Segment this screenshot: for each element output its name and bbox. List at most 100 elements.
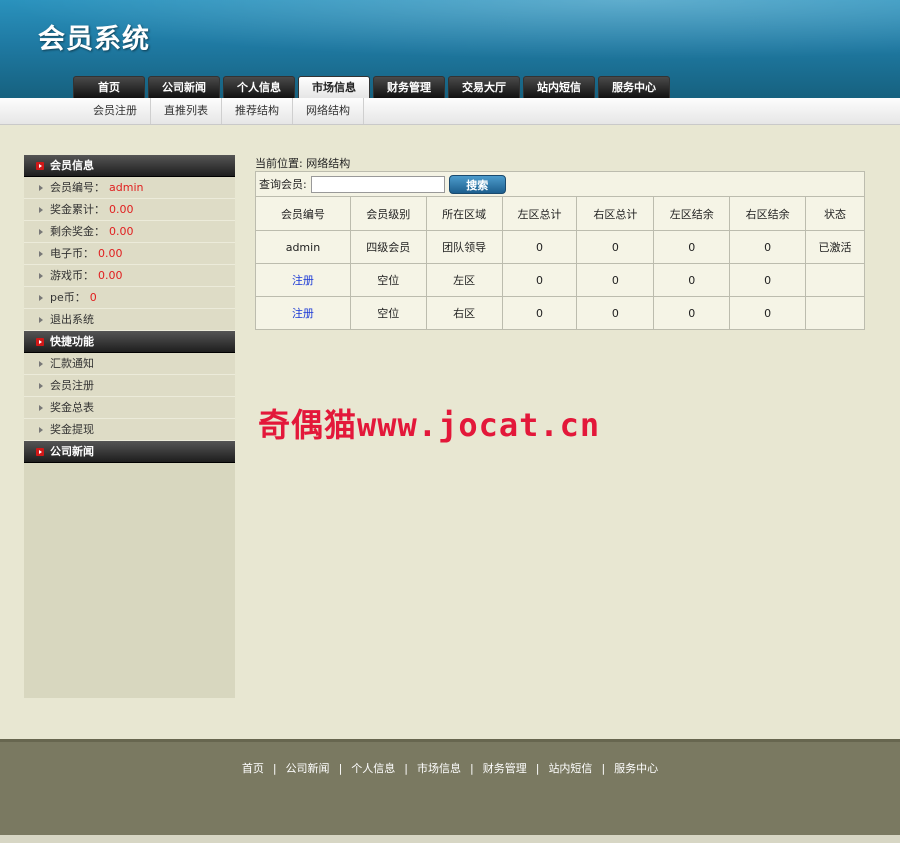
main-nav: 首页 公司新闻 个人信息 市场信息 财务管理 交易大厅 站内短信 服务中心 xyxy=(73,76,673,100)
bullet-icon xyxy=(39,207,43,213)
cell-right-balance: 0 xyxy=(729,296,807,330)
sidebar-section-member-info[interactable]: 会员信息 xyxy=(24,155,235,177)
cell-left-balance: 0 xyxy=(653,263,731,297)
sidebar-item-remittance-notice[interactable]: 汇款通知 xyxy=(24,353,235,375)
cell-right-total: 0 xyxy=(576,230,655,264)
bullet-icon xyxy=(39,229,43,235)
sidebar-item-member-register[interactable]: 会员注册 xyxy=(24,375,235,397)
bottom-strip xyxy=(0,835,900,843)
nav-tab-home[interactable]: 首页 xyxy=(73,76,145,98)
member-search-input[interactable] xyxy=(310,175,445,193)
nav-tab-company-news[interactable]: 公司新闻 xyxy=(148,76,220,98)
cell-status: 已激活 xyxy=(805,230,865,264)
cell-member-id: 注册 xyxy=(255,296,351,330)
register-link[interactable]: 注册 xyxy=(292,274,314,287)
sub-nav: 会员注册 直推列表 推荐结构 网络结构 xyxy=(0,98,900,125)
bullet-icon xyxy=(39,383,43,389)
footer-link-home[interactable]: 首页 xyxy=(242,762,264,775)
watermark-text: 奇偶猫www.jocat.cn xyxy=(258,406,601,444)
bullet-icon xyxy=(39,273,43,279)
cell-left-balance: 0 xyxy=(653,230,731,264)
nav-tab-trading-hall[interactable]: 交易大厅 xyxy=(448,76,520,98)
cell-left-total: 0 xyxy=(501,296,578,330)
footer-separator: | xyxy=(470,762,474,775)
footer-link-company-news[interactable]: 公司新闻 xyxy=(286,762,330,775)
footer-separator: | xyxy=(272,762,277,775)
cell-region: 团队领导 xyxy=(425,230,503,264)
footer-link-messages[interactable]: 站内短信 xyxy=(548,762,592,775)
cell-member-level: 四级会员 xyxy=(349,230,427,264)
footer-separator: | xyxy=(338,762,343,775)
cell-right-balance: 0 xyxy=(729,230,807,264)
cell-member-id: 注册 xyxy=(255,263,351,297)
cell-right-balance: 0 xyxy=(729,263,807,297)
subnav-member-register[interactable]: 会员注册 xyxy=(80,98,151,124)
arrow-right-icon xyxy=(36,162,44,170)
sidebar-item-pe-coin: pe币： 0 xyxy=(24,287,235,309)
cell-right-total: 0 xyxy=(576,263,655,297)
cell-member-level: 空位 xyxy=(349,296,427,330)
nav-tab-personal-info[interactable]: 个人信息 xyxy=(223,76,295,98)
sidebar-section-shortcuts[interactable]: 快捷功能 xyxy=(24,331,235,353)
nav-tab-market-info[interactable]: 市场信息 xyxy=(298,76,370,100)
query-bar: 查询会员: 搜索 xyxy=(255,171,865,196)
sidebar-item-logout[interactable]: 退出系统 xyxy=(24,309,235,331)
nav-tab-finance[interactable]: 财务管理 xyxy=(373,76,445,98)
cell-member-id: admin xyxy=(255,230,351,264)
col-header-region: 所在区域 xyxy=(425,196,503,231)
footer-link-market-info[interactable]: 市场信息 xyxy=(417,762,461,775)
cell-left-balance: 0 xyxy=(653,296,731,330)
cell-member-level: 空位 xyxy=(349,263,427,297)
query-label: 查询会员: xyxy=(259,178,307,191)
col-header-member-level: 会员级别 xyxy=(349,196,427,231)
subnav-referral-structure[interactable]: 推荐结构 xyxy=(222,98,293,124)
footer: 首页 | 公司新闻 | 个人信息 | 市场信息 | 财务管理 | 站内短信 | 服务中心 xyxy=(0,739,900,835)
table-row: 注册 空位 左区 0 0 0 0 xyxy=(255,263,865,297)
footer-separator: | xyxy=(535,762,540,775)
cell-left-total: 0 xyxy=(501,263,578,297)
cell-status xyxy=(805,263,865,297)
table-row: 注册 空位 右区 0 0 0 0 xyxy=(255,296,865,330)
footer-separator: | xyxy=(601,762,606,775)
table-row: admin 四级会员 团队领导 0 0 0 0 已激活 xyxy=(255,230,865,264)
subnav-direct-list[interactable]: 直推列表 xyxy=(151,98,222,124)
cell-region: 左区 xyxy=(425,263,503,297)
network-table: 会员编号 会员级别 所在区域 左区总计 右区总计 左区结余 右区结余 状态 ad… xyxy=(255,196,865,330)
sidebar-item-game-coin: 游戏币： 0.00 xyxy=(24,265,235,287)
footer-link-service-center[interactable]: 服务中心 xyxy=(614,762,658,775)
col-header-right-balance: 右区结余 xyxy=(729,196,807,231)
search-button[interactable]: 搜索 xyxy=(448,174,506,194)
col-header-status: 状态 xyxy=(805,196,865,231)
footer-link-finance[interactable]: 财务管理 xyxy=(483,762,527,775)
bullet-icon xyxy=(39,317,43,323)
col-header-left-balance: 左区结余 xyxy=(653,196,731,231)
table-header-row: 会员编号 会员级别 所在区域 左区总计 右区总计 左区结余 右区结余 状态 xyxy=(255,196,865,231)
register-link[interactable]: 注册 xyxy=(292,307,314,320)
col-header-member-id: 会员编号 xyxy=(255,196,351,231)
cell-left-total: 0 xyxy=(501,230,578,264)
footer-link-personal-info[interactable]: 个人信息 xyxy=(351,762,395,775)
sidebar-item-bonus-withdraw[interactable]: 奖金提现 xyxy=(24,419,235,441)
cell-status xyxy=(805,296,865,330)
col-header-right-total: 右区总计 xyxy=(576,196,655,231)
col-header-left-total: 左区总计 xyxy=(501,196,578,231)
sidebar-item-bonus-summary[interactable]: 奖金总表 xyxy=(24,397,235,419)
subnav-network-structure[interactable]: 网络结构 xyxy=(293,98,364,124)
sidebar-item-bonus-remaining: 剩余奖金： 0.00 xyxy=(24,221,235,243)
bullet-icon xyxy=(39,405,43,411)
sidebar: 会员信息 会员编号： admin 奖金累计： 0.00 剩余奖金： 0.00 电子币：… xyxy=(24,155,235,698)
site-logo: 会员系统 xyxy=(38,24,150,55)
arrow-right-icon xyxy=(36,338,44,346)
sidebar-item-bonus-total: 奖金累计： 0.00 xyxy=(24,199,235,221)
sidebar-section-company-news[interactable]: 公司新闻 xyxy=(24,441,235,463)
nav-tab-messages[interactable]: 站内短信 xyxy=(523,76,595,98)
bullet-icon xyxy=(39,361,43,367)
bullet-icon xyxy=(39,295,43,301)
bullet-icon xyxy=(39,251,43,257)
arrow-right-icon xyxy=(36,448,44,456)
nav-tab-service-center[interactable]: 服务中心 xyxy=(598,76,670,98)
main-content: 当前位置: 网络结构 查询会员: 搜索 会员编号 会员级别 所在区域 左区总计 … xyxy=(255,157,865,330)
cell-right-total: 0 xyxy=(576,296,655,330)
breadcrumb: 当前位置: 网络结构 xyxy=(255,157,351,170)
sidebar-item-member-id: 会员编号： admin xyxy=(24,177,235,199)
